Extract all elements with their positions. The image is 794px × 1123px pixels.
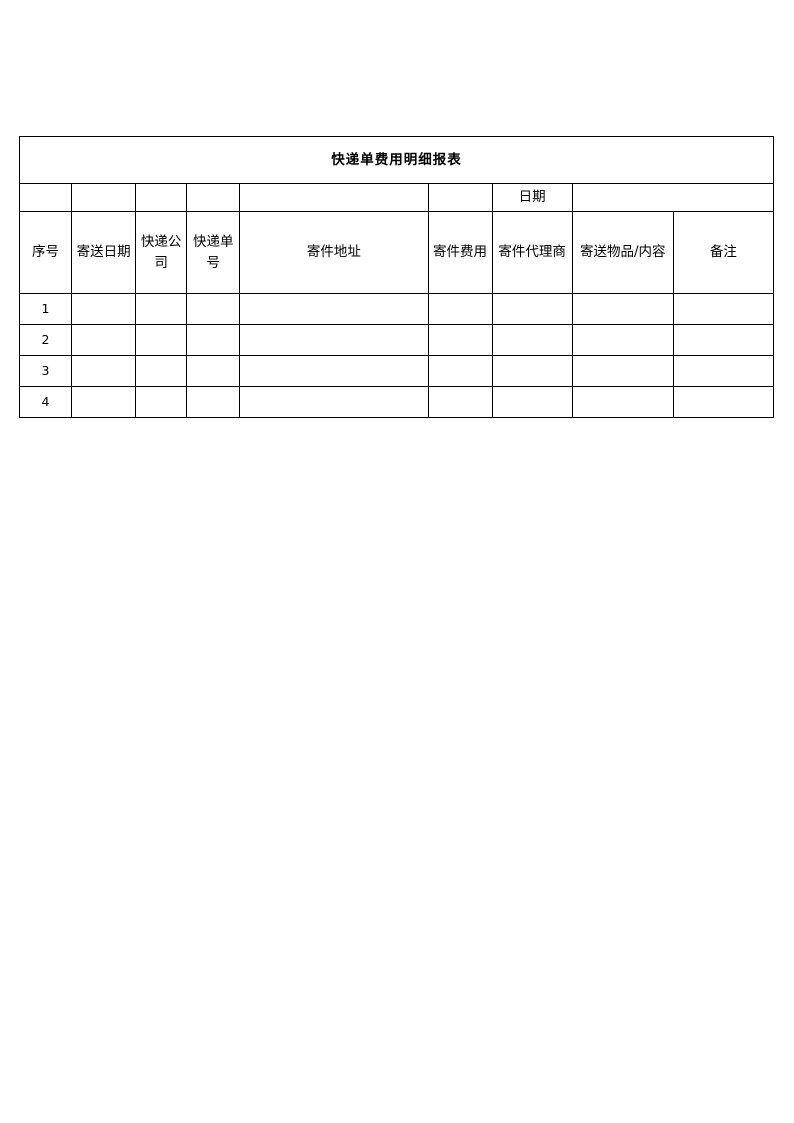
- column-header-remark: 备注: [672, 211, 775, 294]
- cell-seq: 3: [18, 355, 73, 387]
- column-header-agent-label: 寄件代理商: [498, 244, 566, 261]
- express-fee-detail-table: 快递单费用明细报表 日期 序号 寄送日期 快递公司 快递单号 寄件地址 寄件费用…: [18, 136, 775, 418]
- table-row: 4: [18, 386, 775, 418]
- cell-fee[interactable]: [427, 355, 493, 387]
- column-header-goods-label: 寄送物品/内容: [579, 244, 666, 261]
- date-row-cell-5[interactable]: [239, 183, 429, 212]
- date-row-cell-4[interactable]: [186, 183, 241, 212]
- cell-remark[interactable]: [672, 293, 775, 325]
- cell-send-date[interactable]: [71, 355, 137, 387]
- cell-waybill-number[interactable]: [186, 386, 241, 418]
- table-title-row: 快递单费用明细报表: [19, 136, 774, 184]
- cell-waybill-number[interactable]: [186, 324, 241, 356]
- cell-remark[interactable]: [672, 386, 775, 418]
- column-header-seq-label: 序号: [32, 244, 60, 261]
- cell-goods[interactable]: [571, 324, 674, 356]
- date-row-cell-6[interactable]: [427, 183, 493, 212]
- cell-address[interactable]: [239, 386, 429, 418]
- cell-agent[interactable]: [491, 293, 573, 325]
- column-header-fee-label: 寄件费用: [433, 244, 488, 261]
- cell-address[interactable]: [239, 324, 429, 356]
- column-header-waybill-number: 快递单号: [186, 211, 241, 294]
- report-title: 快递单费用明细报表: [19, 136, 774, 184]
- date-row-cell-1[interactable]: [18, 183, 73, 212]
- date-label-cell: 日期: [491, 183, 573, 212]
- date-row-cell-2[interactable]: [71, 183, 137, 212]
- cell-send-date[interactable]: [71, 324, 137, 356]
- cell-address[interactable]: [239, 293, 429, 325]
- table-row: 3: [18, 355, 775, 387]
- column-header-courier-company-label: 快递公司: [140, 233, 182, 271]
- cell-seq: 2: [18, 324, 73, 356]
- cell-courier-company[interactable]: [135, 355, 188, 387]
- cell-goods[interactable]: [571, 293, 674, 325]
- cell-goods[interactable]: [571, 355, 674, 387]
- column-header-send-date: 寄送日期: [71, 211, 137, 294]
- date-row-cell-3[interactable]: [135, 183, 188, 212]
- cell-courier-company[interactable]: [135, 324, 188, 356]
- column-header-address-label: 寄件地址: [306, 244, 361, 261]
- column-header-address: 寄件地址: [239, 211, 429, 294]
- column-header-seq: 序号: [18, 211, 73, 294]
- date-row: 日期: [18, 183, 775, 212]
- column-header-fee: 寄件费用: [427, 211, 493, 294]
- table-row: 2: [18, 324, 775, 356]
- date-value-cell[interactable]: [571, 183, 775, 212]
- cell-seq: 1: [18, 293, 73, 325]
- column-header-send-date-label: 寄送日期: [76, 244, 131, 261]
- cell-goods[interactable]: [571, 386, 674, 418]
- cell-remark[interactable]: [672, 355, 775, 387]
- table-header-row: 序号 寄送日期 快递公司 快递单号 寄件地址 寄件费用 寄件代理商 寄送物品/内…: [18, 211, 775, 294]
- cell-agent[interactable]: [491, 324, 573, 356]
- cell-waybill-number[interactable]: [186, 293, 241, 325]
- cell-courier-company[interactable]: [135, 386, 188, 418]
- column-header-remark-label: 备注: [709, 244, 737, 261]
- document-page: 快递单费用明细报表 日期 序号 寄送日期 快递公司 快递单号 寄件地址 寄件费用…: [0, 0, 794, 1123]
- column-header-waybill-number-label: 快递单号: [192, 233, 234, 271]
- cell-fee[interactable]: [427, 293, 493, 325]
- cell-agent[interactable]: [491, 386, 573, 418]
- column-header-goods: 寄送物品/内容: [571, 211, 674, 294]
- cell-courier-company[interactable]: [135, 293, 188, 325]
- column-header-courier-company: 快递公司: [135, 211, 188, 294]
- cell-send-date[interactable]: [71, 386, 137, 418]
- cell-address[interactable]: [239, 355, 429, 387]
- cell-remark[interactable]: [672, 324, 775, 356]
- cell-fee[interactable]: [427, 386, 493, 418]
- column-header-agent: 寄件代理商: [491, 211, 573, 294]
- cell-waybill-number[interactable]: [186, 355, 241, 387]
- cell-seq: 4: [18, 386, 73, 418]
- cell-fee[interactable]: [427, 324, 493, 356]
- cell-send-date[interactable]: [71, 293, 137, 325]
- table-row: 1: [18, 293, 775, 325]
- cell-agent[interactable]: [491, 355, 573, 387]
